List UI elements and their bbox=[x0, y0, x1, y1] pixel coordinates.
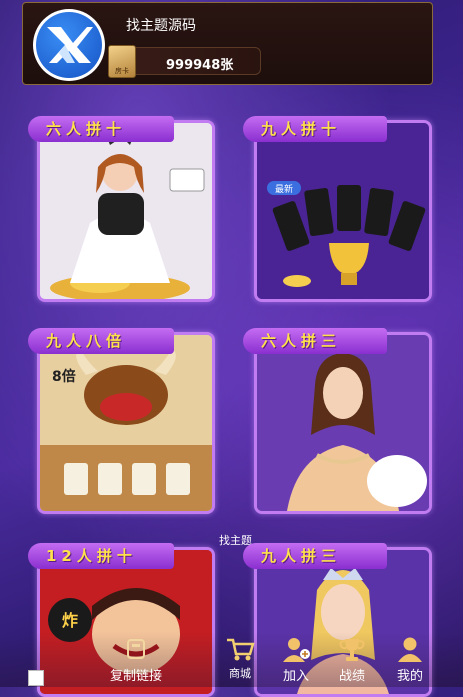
dominoes-trophy-illustration: 最新 bbox=[257, 123, 429, 299]
record-label: 战绩 bbox=[338, 669, 365, 684]
trophy-icon bbox=[339, 639, 365, 661]
room-card-count: 999948张 bbox=[166, 58, 234, 73]
eight-times-label: 8倍 bbox=[52, 368, 76, 385]
tile-title: 九人八倍 bbox=[28, 328, 174, 354]
maid-character-illustration bbox=[40, 123, 212, 299]
copy-icon bbox=[127, 639, 145, 659]
mine-button[interactable]: 我的 bbox=[390, 636, 430, 684]
add-user-icon bbox=[283, 638, 310, 662]
bull-character-illustration: 8倍 bbox=[40, 335, 212, 511]
tile-title: 九人拼三 bbox=[243, 543, 387, 569]
room-card-icon: 房卡 bbox=[108, 45, 136, 78]
join-label: 加入 bbox=[282, 669, 309, 684]
shop-label: 商城 bbox=[229, 667, 251, 680]
record-button[interactable]: 战绩 bbox=[332, 636, 372, 684]
copy-link-button[interactable]: 复制链接 bbox=[98, 638, 174, 684]
cart-icon bbox=[227, 638, 255, 661]
bomb-label: 炸 bbox=[62, 611, 78, 630]
tile-title: 六人拼三 bbox=[243, 328, 387, 354]
logo-x-icon bbox=[47, 27, 93, 63]
tile-title: 六人拼十 bbox=[28, 116, 174, 142]
broken-image-icon bbox=[28, 670, 44, 686]
shop-button[interactable]: 商城 bbox=[222, 636, 258, 681]
mine-label: 我的 bbox=[396, 669, 423, 684]
lady-character-illustration bbox=[257, 335, 429, 511]
app-logo bbox=[33, 9, 105, 81]
tile-title: 九人拼十 bbox=[243, 116, 387, 142]
user-icon bbox=[398, 637, 422, 662]
room-card-balance: 房卡 999948张 bbox=[108, 45, 261, 78]
tile-title: 12人拼十 bbox=[28, 543, 174, 569]
user-header: 找主题源码 房卡 999948张 bbox=[22, 2, 433, 85]
new-badge: 最新 bbox=[275, 183, 293, 195]
join-button[interactable]: 加入 bbox=[276, 636, 316, 684]
header-title: 找主题源码 bbox=[126, 18, 196, 34]
copy-link-label: 复制链接 bbox=[109, 669, 162, 684]
